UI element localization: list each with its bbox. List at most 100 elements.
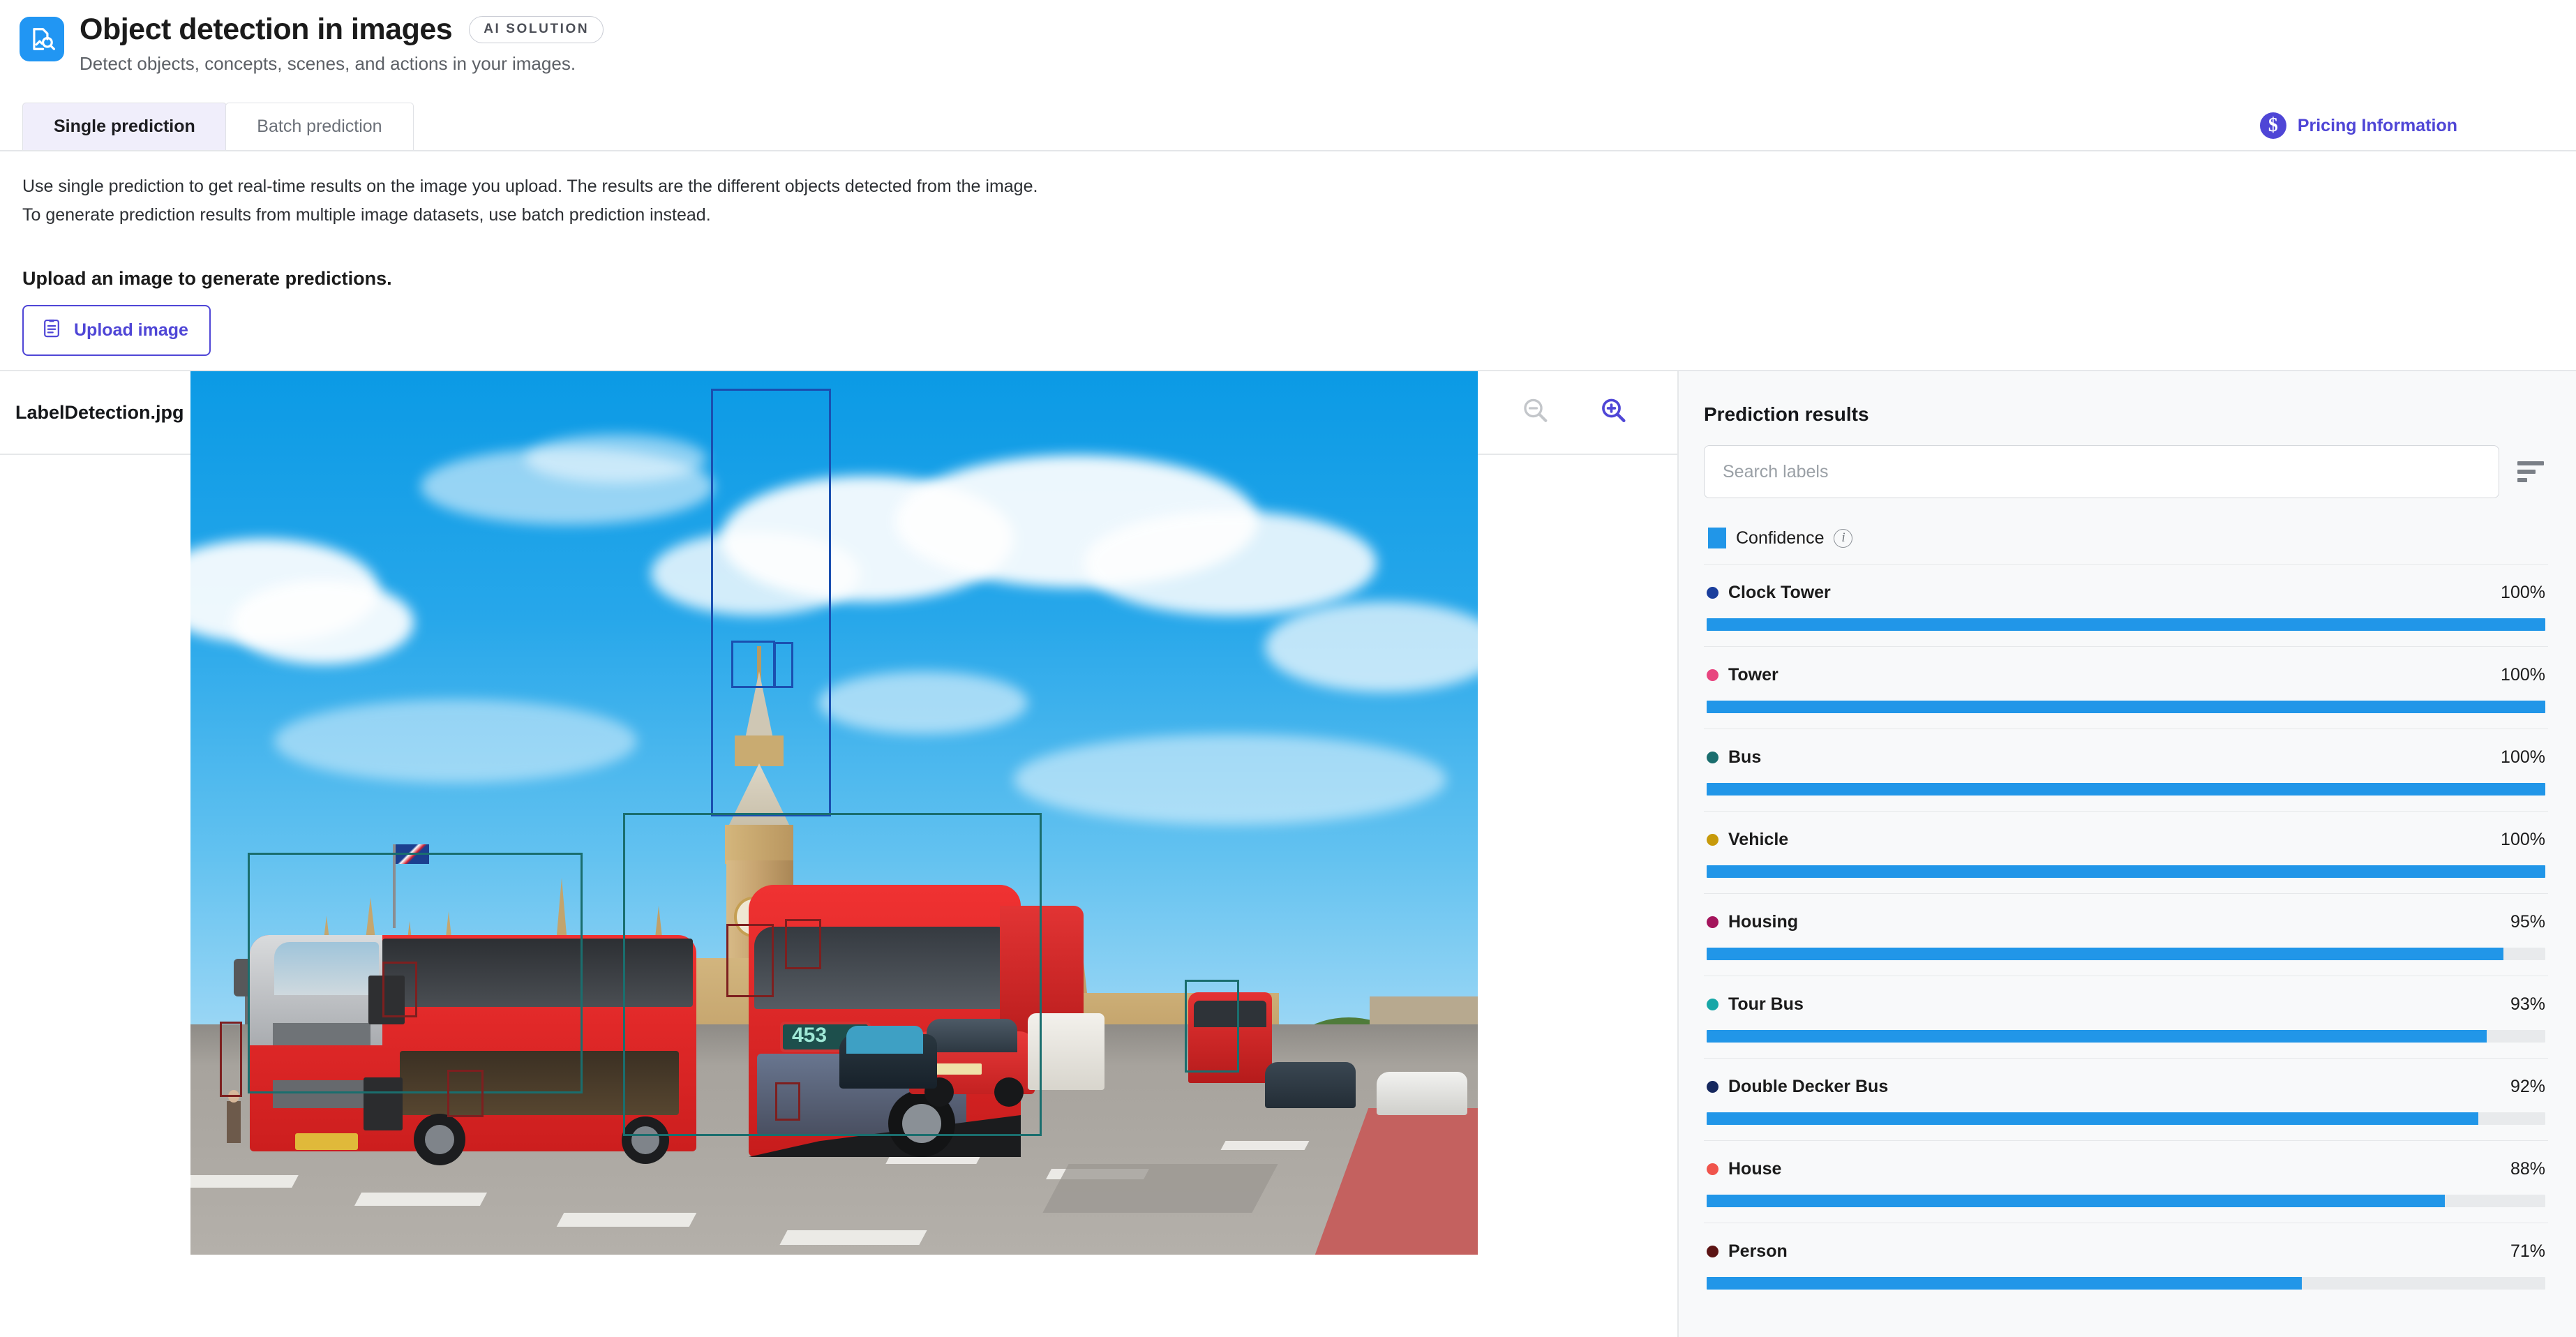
prediction-result-row[interactable]: Tour Bus 93% [1704,976,2548,1058]
prediction-label: Tower [1728,665,1779,685]
viewer: LabelDetection.jpg 453 Prediction result… [0,370,2576,1337]
upload-image-button[interactable]: Upload image [22,305,211,356]
app-icon [20,17,64,61]
confidence-bar-track [1707,1030,2545,1043]
label-color-dot [1707,669,1718,681]
prediction-confidence-value: 100% [2501,583,2545,602]
confidence-bar-track [1707,783,2545,796]
confidence-bar-track [1707,1195,2545,1207]
prediction-confidence-value: 100% [2501,747,2545,767]
prediction-result-header: House 88% [1707,1159,2545,1179]
prediction-result-row[interactable]: Double Decker Bus 92% [1704,1058,2548,1140]
confidence-bar-fill [1707,1277,2302,1290]
tab-batch-prediction[interactable]: Batch prediction [225,103,414,150]
page-title: Object detection in images [80,13,453,46]
prediction-confidence-value: 100% [2501,830,2545,849]
prediction-result-header: Tour Bus 93% [1707,994,2545,1015]
confidence-bar-fill [1707,618,2545,631]
prediction-result-header: Bus 100% [1707,747,2545,768]
confidence-bar-track [1707,865,2545,878]
confidence-legend-label: Confidence [1736,528,1825,548]
prediction-result-row[interactable]: Vehicle 100% [1704,811,2548,893]
label-color-dot [1707,752,1718,763]
confidence-bar-fill [1707,865,2545,878]
prediction-label: Clock Tower [1728,583,1831,602]
tab-bar: Single prediction Batch prediction $ Pri… [0,84,2576,151]
prediction-result-left: Tour Bus [1707,994,1804,1015]
prediction-result-header: Housing 95% [1707,912,2545,932]
prediction-result-header: Tower 100% [1707,665,2545,685]
prediction-result-row[interactable]: House 88% [1704,1140,2548,1223]
page-header: Object detection in images AI SOLUTION D… [0,0,2576,84]
zoom-in-icon[interactable] [1599,396,1628,429]
prediction-confidence-value: 88% [2510,1159,2545,1179]
confidence-bar-track [1707,1277,2545,1290]
confidence-bar-track [1707,948,2545,960]
prediction-result-left: Housing [1707,912,1798,932]
prediction-confidence-value: 93% [2510,994,2545,1014]
prediction-result-left: Vehicle [1707,830,1788,850]
label-color-dot [1707,1246,1718,1257]
confidence-bar-track [1707,618,2545,631]
tab-single-prediction[interactable]: Single prediction [22,103,227,150]
prediction-result-left: Bus [1707,747,1761,768]
prediction-results-title: Prediction results [1704,403,1869,425]
prediction-result-header: Clock Tower 100% [1707,583,2545,603]
search-labels-input[interactable] [1704,445,2499,498]
prediction-label: Vehicle [1728,830,1789,849]
label-color-dot [1707,1081,1718,1093]
prediction-result-left: Double Decker Bus [1707,1077,1888,1097]
confidence-bar-track [1707,701,2545,713]
prediction-result-row[interactable]: Bus 100% [1704,729,2548,811]
zoom-tools [1521,396,1628,429]
info-icon[interactable]: i [1834,528,1853,548]
tab-list: Single prediction Batch prediction [22,103,414,150]
confidence-color-swatch [1708,528,1726,548]
upload-image-label: Upload image [74,320,188,340]
prediction-result-row[interactable]: Housing 95% [1704,893,2548,976]
file-name: LabelDetection.jpg [15,401,184,423]
document-upload-icon [42,318,61,343]
bus-destination-sign: 453 [792,1024,828,1047]
page-subtitle: Detect objects, concepts, scenes, and ac… [80,53,576,74]
zoom-out-icon[interactable] [1521,396,1550,429]
detection-image[interactable]: 453 [190,371,1478,1255]
confidence-bar-fill [1707,1112,2478,1125]
prediction-confidence-value: 95% [2510,912,2545,932]
prediction-confidence-value: 100% [2501,665,2545,685]
prediction-label: Double Decker Bus [1728,1077,1889,1096]
prediction-confidence-value: 92% [2510,1077,2545,1096]
prediction-result-left: Person [1707,1241,1788,1262]
prediction-result-row[interactable]: Tower 100% [1704,646,2548,729]
prediction-result-header: Double Decker Bus 92% [1707,1077,2545,1097]
prediction-results-panel: Prediction results Confidence i Clock To… [1677,371,2576,1337]
prediction-label: Tour Bus [1728,994,1804,1014]
prediction-label: Person [1728,1241,1788,1261]
confidence-bar-fill [1707,783,2545,796]
label-color-dot [1707,999,1718,1010]
prediction-result-header: Vehicle 100% [1707,830,2545,850]
prediction-label: Bus [1728,747,1762,767]
prediction-label: House [1728,1159,1782,1179]
label-color-dot [1707,587,1718,599]
label-color-dot [1707,916,1718,928]
prediction-result-row[interactable]: Person 71% [1704,1223,2548,1305]
confidence-bar-fill [1707,1030,2487,1043]
label-color-dot [1707,1163,1718,1175]
prediction-results-list: Clock Tower 100% Tower 100% Bus 100% Vehicle 10… [1704,564,2548,1305]
prediction-label: Housing [1728,912,1798,932]
upload-heading: Upload an image to generate predictions. [22,268,392,289]
confidence-legend: Confidence i [1708,528,2548,548]
prediction-result-row[interactable]: Clock Tower 100% [1704,564,2548,646]
pricing-information-link[interactable]: $ Pricing Information [2259,112,2457,139]
intro-line-1: Use single prediction to get real-time r… [22,177,1038,196]
confidence-bar-fill [1707,1195,2445,1207]
prediction-confidence-value: 71% [2510,1241,2545,1261]
prediction-result-left: Tower [1707,665,1779,685]
prediction-result-left: Clock Tower [1707,583,1831,603]
sort-icon[interactable] [2517,461,2548,482]
intro-text: Use single prediction to get real-time r… [0,151,2576,229]
prediction-result-left: House [1707,1159,1781,1179]
search-row [1704,445,2548,498]
pricing-information-label: Pricing Information [2297,115,2457,135]
